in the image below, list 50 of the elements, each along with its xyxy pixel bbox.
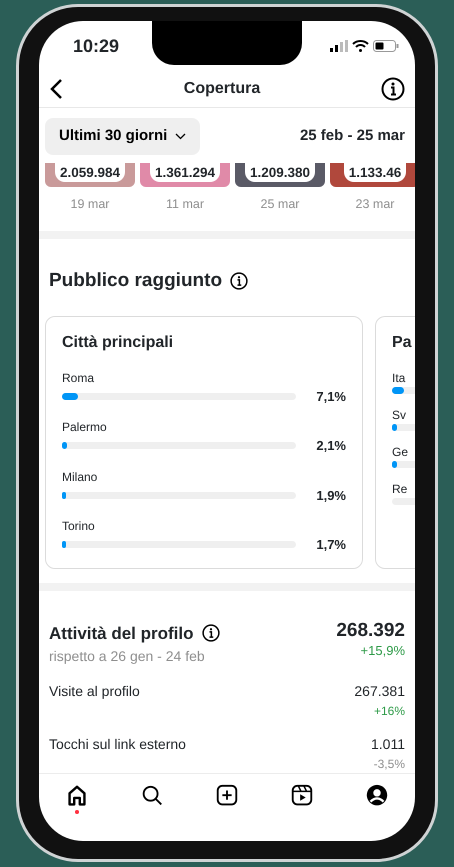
comparison-period: rispetto a 26 gen - 24 feb — [49, 647, 206, 666]
signal-icon — [330, 40, 348, 52]
percent-value: 1,9% — [315, 486, 346, 505]
card-title: Pa — [392, 332, 413, 353]
date-range: 25 feb - 25 mar — [300, 126, 405, 146]
percent-value: 1,7% — [315, 536, 346, 554]
change-percent: -3,5% — [372, 756, 405, 774]
reach-count: 1.209.380 — [244, 162, 316, 182]
status-time: 10:29 — [73, 34, 120, 58]
post-thumbnail[interactable]: 1.209.380 — [235, 162, 325, 187]
location-label: Torino — [62, 518, 96, 536]
info-icon[interactable] — [202, 624, 220, 642]
battery-icon — [373, 40, 399, 52]
reach-count: 2.059.984 — [54, 162, 126, 182]
reach-count: 1.361.294 — [150, 162, 220, 182]
change-percent: +15,9% — [360, 642, 405, 660]
back-button[interactable] — [49, 77, 63, 102]
section-title: Attività del profilo — [49, 622, 194, 645]
percent-value: 7,1% — [315, 388, 346, 406]
location-label: Sv — [392, 406, 408, 424]
info-icon[interactable] — [230, 272, 248, 290]
post-date: 19 mar — [70, 196, 110, 213]
post-thumbnail[interactable]: 2.059.984 — [45, 162, 135, 187]
card-title: Città principali — [62, 332, 174, 353]
info-icon[interactable] — [380, 77, 405, 102]
post-thumbnail[interactable]: 1.133.46 — [330, 162, 415, 187]
metric-label: Tocchi sul link esterno — [49, 735, 186, 754]
post-thumbnail[interactable]: 1.361.294 — [140, 162, 230, 187]
percent-value: 2,1% — [315, 437, 346, 456]
location-label: Roma — [62, 370, 96, 387]
post-date: 11 mar — [166, 196, 204, 213]
location-label: Ita — [392, 370, 406, 387]
reach-count: 1.133.46 — [344, 162, 406, 182]
location-label: Re — [392, 480, 408, 498]
section-title: Pubblico raggiunto — [49, 269, 222, 294]
caret-icon — [175, 132, 186, 140]
location-label: Ge — [392, 444, 410, 461]
metric-value: 267.381 — [354, 682, 405, 702]
location-label: Palermo — [62, 419, 108, 436]
active-dot — [74, 810, 79, 814]
post-date: 25 mar — [260, 196, 300, 213]
metric-label: Visite al profilo — [49, 682, 140, 702]
change-percent: +16% — [372, 703, 405, 720]
total-value: 268.392 — [336, 620, 405, 642]
wifi-icon — [352, 40, 369, 52]
location-label: Milano — [62, 468, 98, 486]
metric-value: 1.011 — [371, 735, 405, 754]
post-date: 23 mar — [356, 196, 394, 213]
screen-title: Copertura — [184, 79, 260, 100]
period-dropdown[interactable]: Ultimi 30 giorni — [45, 118, 200, 154]
